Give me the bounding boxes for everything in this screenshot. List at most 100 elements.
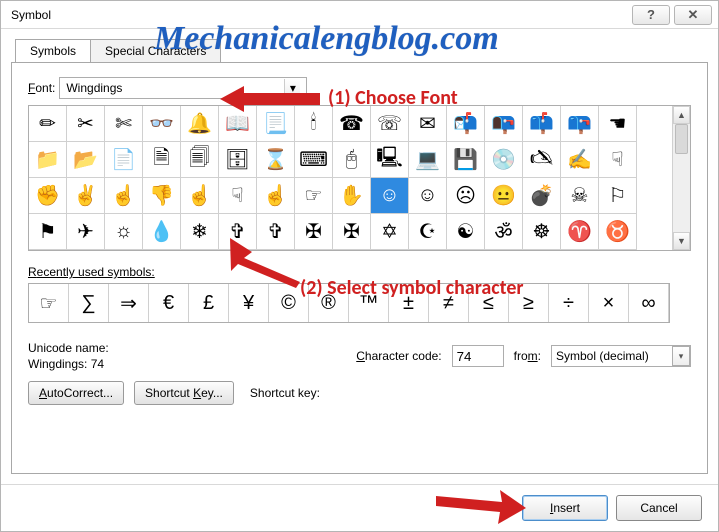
from-select[interactable]: Symbol (decimal) ▾: [551, 345, 691, 367]
titlebar: Symbol ? ✕: [1, 1, 718, 29]
symbol-cell[interactable]: ♈: [561, 214, 599, 250]
symbol-cell[interactable]: ☚: [599, 106, 637, 142]
insert-button[interactable]: Insert: [522, 495, 608, 521]
symbol-cell[interactable]: 👓: [143, 106, 181, 142]
symbol-cell[interactable]: ✠: [333, 214, 371, 250]
symbol-cell[interactable]: ❄: [181, 214, 219, 250]
symbol-cell[interactable]: 🖳: [371, 142, 409, 178]
symbol-cell[interactable]: 🖎: [523, 142, 561, 178]
symbol-cell[interactable]: ☞: [295, 178, 333, 214]
recent-symbol-cell[interactable]: ≤: [469, 284, 509, 322]
scroll-up-icon[interactable]: ▲: [673, 106, 690, 124]
symbol-cell[interactable]: ☺: [371, 178, 409, 214]
symbol-cell[interactable]: ☟: [599, 142, 637, 178]
symbol-cell[interactable]: ✍: [561, 142, 599, 178]
recent-grid[interactable]: ☞∑⇒€£¥©®™±≠≤≥÷×∞: [28, 283, 670, 323]
symbol-cell[interactable]: ☝: [105, 178, 143, 214]
recent-symbol-cell[interactable]: ×: [589, 284, 629, 322]
recent-symbol-cell[interactable]: ∑: [69, 284, 109, 322]
symbol-cell[interactable]: 📪: [561, 106, 599, 142]
symbol-cell[interactable]: 😐: [485, 178, 523, 214]
symbol-cell[interactable]: ✠: [295, 214, 333, 250]
symbol-cell[interactable]: 🔔: [181, 106, 219, 142]
symbol-cell[interactable]: 💻: [409, 142, 447, 178]
recent-symbol-cell[interactable]: ±: [389, 284, 429, 322]
character-code-input[interactable]: [452, 345, 504, 367]
tab-special-characters[interactable]: Special Characters: [90, 39, 221, 62]
scroll-track[interactable]: [673, 124, 690, 232]
symbol-cell[interactable]: ☎: [333, 106, 371, 142]
tab-symbols[interactable]: Symbols: [15, 39, 91, 62]
symbol-cell[interactable]: ✊: [29, 178, 67, 214]
symbol-cell[interactable]: ☸: [523, 214, 561, 250]
symbol-cell[interactable]: ✋: [333, 178, 371, 214]
recent-symbol-cell[interactable]: ⇒: [109, 284, 149, 322]
symbol-cell[interactable]: 📂: [67, 142, 105, 178]
close-button[interactable]: ✕: [674, 5, 712, 25]
symbol-cell[interactable]: ⚑: [29, 214, 67, 250]
symbol-cell[interactable]: ☹: [447, 178, 485, 214]
recent-symbol-cell[interactable]: ¥: [229, 284, 269, 322]
symbol-cell[interactable]: ☠: [561, 178, 599, 214]
recent-symbol-cell[interactable]: ®: [309, 284, 349, 322]
symbol-cell[interactable]: ⌛: [257, 142, 295, 178]
symbol-cell[interactable]: 💣: [523, 178, 561, 214]
symbol-cell[interactable]: ✂: [67, 106, 105, 142]
autocorrect-button[interactable]: AutoCorrect...: [28, 381, 124, 405]
recent-symbol-cell[interactable]: ≥: [509, 284, 549, 322]
symbol-cell[interactable]: ✡: [371, 214, 409, 250]
dialog-title: Symbol: [11, 8, 51, 22]
symbol-cell[interactable]: 📄: [105, 142, 143, 178]
shortcut-key-button[interactable]: Shortcut Key...: [134, 381, 234, 405]
symbol-cell[interactable]: ⌨: [295, 142, 333, 178]
unicode-name-label: Unicode name:: [28, 341, 109, 355]
symbol-cell[interactable]: ☝: [257, 178, 295, 214]
grid-scrollbar[interactable]: ▲ ▼: [672, 106, 690, 250]
symbol-cell[interactable]: 💧: [143, 214, 181, 250]
symbol-dialog: Symbol ? ✕ Symbols Special Characters Fo…: [0, 0, 719, 532]
symbol-cell[interactable]: 💾: [447, 142, 485, 178]
symbol-cell[interactable]: 🖰: [333, 142, 371, 178]
symbol-cell[interactable]: 📭: [485, 106, 523, 142]
symbol-cell[interactable]: ॐ: [485, 214, 523, 250]
help-button[interactable]: ?: [632, 5, 670, 25]
scroll-down-icon[interactable]: ▼: [673, 232, 690, 250]
symbol-cell[interactable]: 👎: [143, 178, 181, 214]
symbol-cell[interactable]: ✉: [409, 106, 447, 142]
symbol-cell[interactable]: 📬: [447, 106, 485, 142]
recent-symbol-cell[interactable]: ☞: [29, 284, 69, 322]
arrow-icon: [220, 86, 320, 112]
symbol-cell[interactable]: 📁: [29, 142, 67, 178]
symbol-cell[interactable]: 💿: [485, 142, 523, 178]
recent-symbol-cell[interactable]: £: [189, 284, 229, 322]
symbol-cell[interactable]: ⚐: [599, 178, 637, 214]
recent-symbol-cell[interactable]: €: [149, 284, 189, 322]
recent-symbol-cell[interactable]: ™: [349, 284, 389, 322]
symbol-cell[interactable]: ☝: [181, 178, 219, 214]
arrow-icon: [436, 490, 526, 524]
cancel-button[interactable]: Cancel: [616, 495, 702, 521]
font-label: Font:: [28, 81, 55, 95]
recent-symbol-cell[interactable]: ©: [269, 284, 309, 322]
symbol-cell[interactable]: 🗄: [219, 142, 257, 178]
recent-symbol-cell[interactable]: ≠: [429, 284, 469, 322]
symbol-cell[interactable]: ☺: [409, 178, 447, 214]
symbol-grid[interactable]: ✏✂✄👓🔔📖📃🕯☎☏✉📬📭📫📪☚📁📂📄🗎🗐🗄⌛⌨🖰🖳💻💾💿🖎✍☟✊✌☝👎☝☟☝☞…: [29, 106, 672, 250]
symbol-cell[interactable]: ✌: [67, 178, 105, 214]
symbol-cell[interactable]: ✈: [67, 214, 105, 250]
recent-symbol-cell[interactable]: ÷: [549, 284, 589, 322]
recent-symbol-cell[interactable]: ∞: [629, 284, 669, 322]
symbol-cell[interactable]: 🗐: [181, 142, 219, 178]
symbol-cell[interactable]: ☏: [371, 106, 409, 142]
symbol-cell[interactable]: ☼: [105, 214, 143, 250]
symbol-cell[interactable]: 📫: [523, 106, 561, 142]
symbol-cell[interactable]: ✏: [29, 106, 67, 142]
scroll-thumb[interactable]: [675, 124, 688, 154]
symbol-cell[interactable]: ☪: [409, 214, 447, 250]
symbol-cell[interactable]: ✄: [105, 106, 143, 142]
symbol-cell[interactable]: 🗎: [143, 142, 181, 178]
symbol-cell[interactable]: ☟: [219, 178, 257, 214]
symbol-cell[interactable]: ☯: [447, 214, 485, 250]
symbol-cell[interactable]: ♉: [599, 214, 637, 250]
font-select-value: Wingdings: [66, 81, 122, 95]
